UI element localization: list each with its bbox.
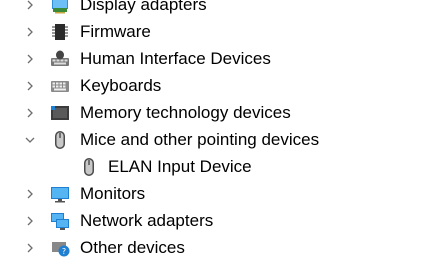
chevron-right-icon[interactable] <box>24 80 36 92</box>
tree-item-other-devices[interactable]: ? Other devices <box>0 235 439 261</box>
tree-item-label: Mice and other pointing devices <box>80 130 320 149</box>
network-adapter-icon <box>51 213 69 230</box>
tree-item-label: Monitors <box>80 184 146 203</box>
chevron-down-icon[interactable] <box>24 134 36 146</box>
chevron-right-icon[interactable] <box>24 26 36 38</box>
tree-item-memory-technology-devices[interactable]: Memory technology devices <box>0 100 439 126</box>
tree-item-label: ELAN Input Device <box>108 157 252 176</box>
tree-item-label: Network adapters <box>80 211 214 230</box>
chevron-right-icon[interactable] <box>24 215 36 227</box>
tree-item-label: Human Interface Devices <box>80 49 271 68</box>
svg-text:?: ? <box>62 247 66 256</box>
tree-item-monitors[interactable]: Monitors <box>0 181 439 207</box>
memory-device-icon <box>51 106 69 120</box>
tree-item-label: Firmware <box>80 22 151 41</box>
tree-item-label: Keyboards <box>80 76 162 95</box>
display-adapter-icon <box>52 0 68 14</box>
keyboard-icon <box>51 81 69 92</box>
chevron-right-icon[interactable] <box>24 242 36 254</box>
tree-item-keyboards[interactable]: Keyboards <box>0 73 439 99</box>
tree-item-label: Other devices <box>80 238 185 257</box>
tree-item-human-interface-devices[interactable]: Human Interface Devices <box>0 46 439 72</box>
tree-item-elan-input-device[interactable]: ELAN Input Device <box>0 154 439 180</box>
tree-item-label: Memory technology devices <box>80 103 291 122</box>
monitor-icon <box>51 187 69 203</box>
chevron-right-icon[interactable] <box>24 0 36 11</box>
unknown-device-icon: ? <box>52 242 70 257</box>
chevron-right-icon[interactable] <box>24 188 36 200</box>
chevron-right-icon[interactable] <box>24 107 36 119</box>
firmware-chip-icon <box>52 24 68 40</box>
tree-item-mice-and-other-pointing-devices[interactable]: Mice and other pointing devices <box>0 127 439 153</box>
chevron-right-icon[interactable] <box>24 53 36 65</box>
tree-item-firmware[interactable]: Firmware <box>0 19 439 45</box>
mouse-icon <box>84 158 94 176</box>
tree-item-label: Display adapters <box>80 0 207 14</box>
mouse-icon <box>55 131 65 149</box>
hid-device-icon <box>51 50 69 66</box>
tree-item-display-adapters[interactable]: Display adapters <box>0 0 439 18</box>
tree-item-network-adapters[interactable]: Network adapters <box>0 208 439 234</box>
